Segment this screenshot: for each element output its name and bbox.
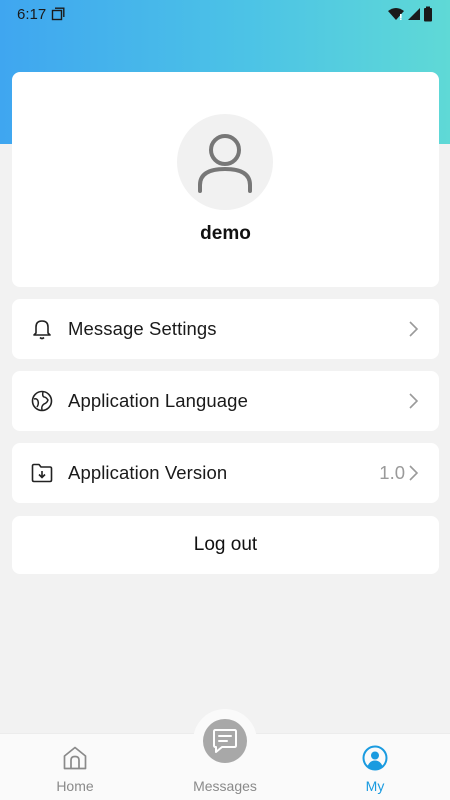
battery-icon [423, 6, 433, 22]
tab-label-home: Home [56, 778, 94, 794]
wifi-icon [387, 7, 405, 21]
username: demo [200, 223, 251, 244]
globe-icon [31, 390, 53, 412]
screenshot-icon [51, 7, 65, 21]
application-version-row[interactable]: Application Version 1.0 [12, 443, 439, 503]
user-icon [196, 131, 254, 193]
version-value: 1.0 [379, 462, 405, 483]
chevron-right-icon [407, 392, 419, 410]
application-language-row[interactable]: Application Language [12, 371, 439, 431]
menu-label-application-version: Application Version [68, 462, 228, 483]
folder-download-icon [31, 462, 53, 484]
avatar[interactable] [177, 114, 273, 210]
tab-my[interactable]: My [300, 734, 450, 800]
profile-icon [362, 745, 388, 771]
status-time: 6:17 [17, 5, 47, 23]
tab-messages[interactable] [203, 719, 247, 763]
status-bar: 6:17 [0, 0, 450, 28]
bell-icon [31, 318, 53, 340]
menu-label-application-language: Application Language [68, 390, 248, 411]
signal-icon [407, 7, 421, 21]
menu-label-message-settings: Message Settings [68, 318, 217, 339]
message-settings-row[interactable]: Message Settings [12, 299, 439, 359]
chevron-right-icon [407, 320, 419, 338]
chevron-right-icon [407, 464, 419, 482]
tab-label-my: My [365, 778, 385, 794]
tab-home[interactable]: Home [0, 734, 150, 800]
chat-icon [211, 727, 239, 755]
tab-label-messages: Messages [193, 778, 257, 794]
profile-card: demo [12, 72, 439, 287]
logout-button[interactable]: Log out [12, 516, 439, 574]
home-icon [62, 745, 88, 771]
